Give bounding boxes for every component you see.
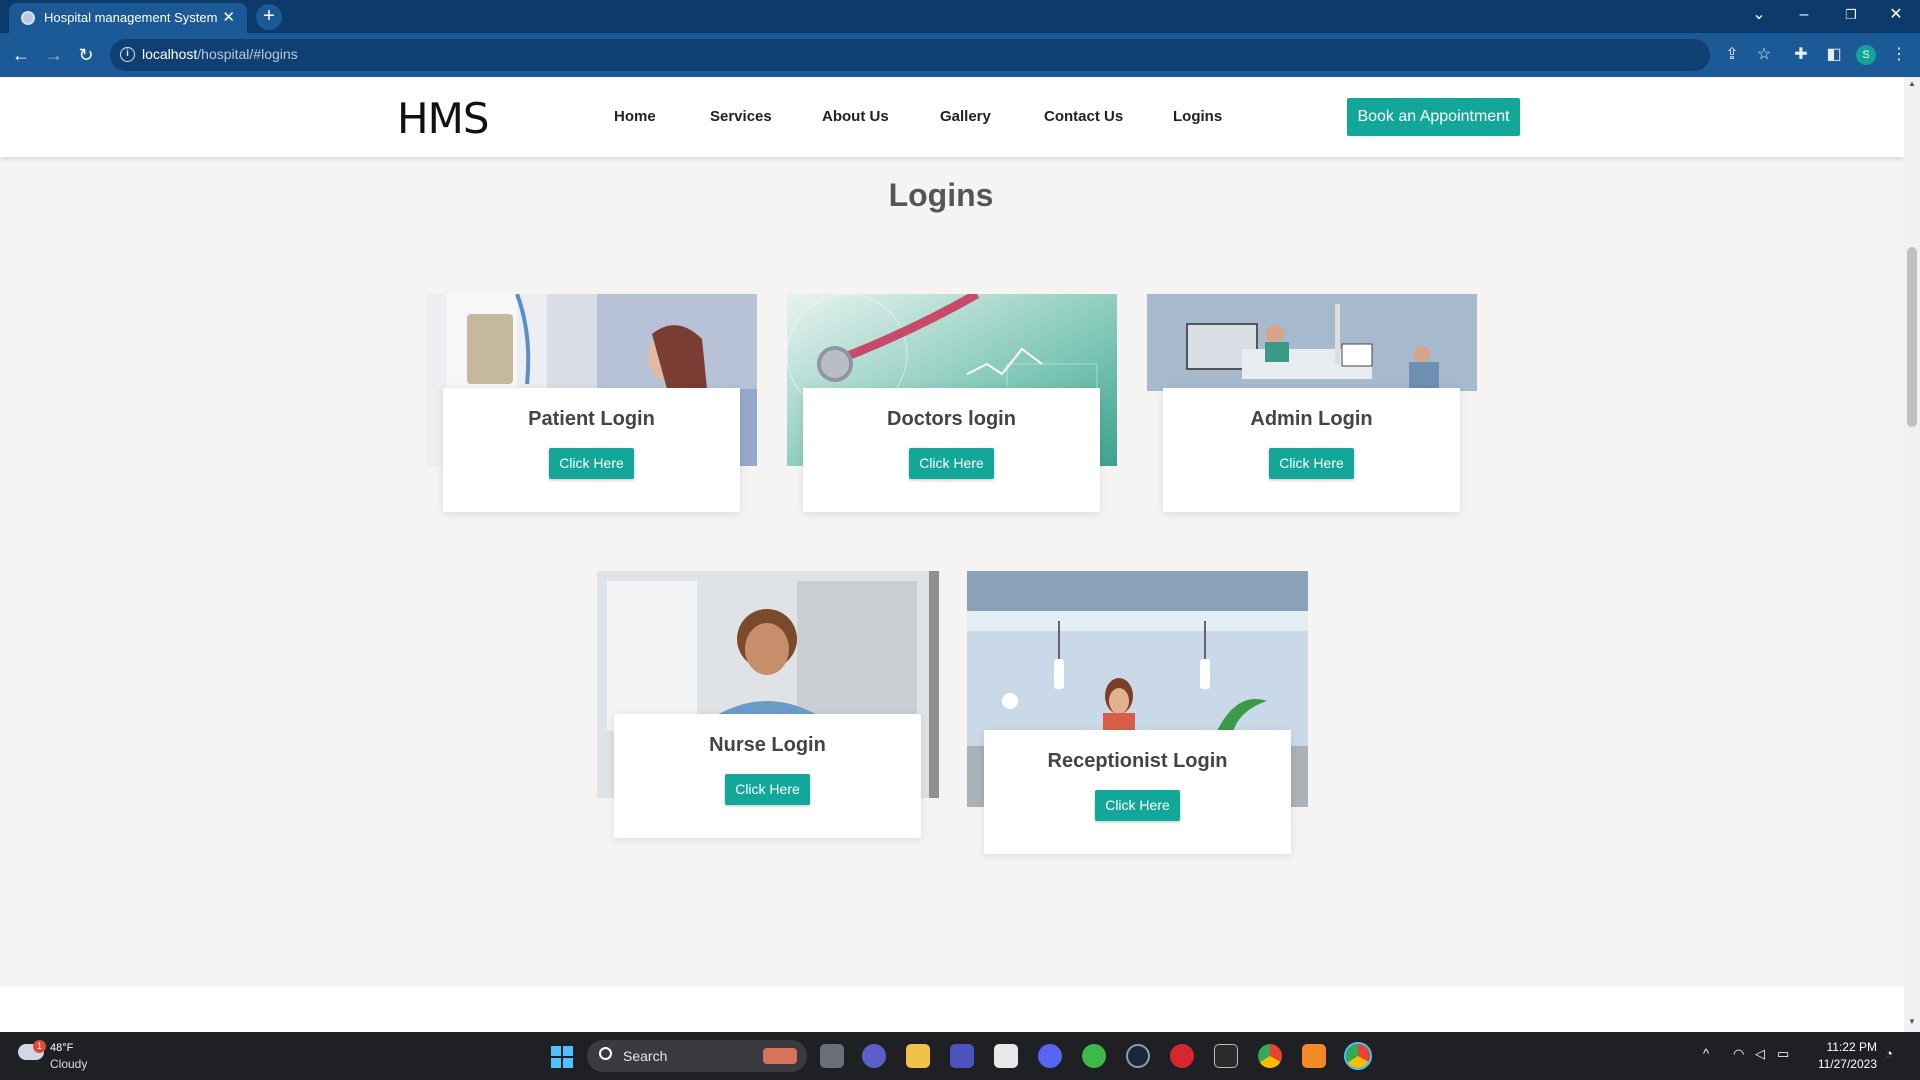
side-panel-icon[interactable]: ◧ (1824, 45, 1844, 65)
card-title: Receptionist Login (1047, 750, 1228, 772)
discord-icon[interactable] (1038, 1044, 1062, 1068)
new-tab-button[interactable]: + (256, 4, 282, 30)
card-title: Doctors login (887, 408, 1016, 430)
store-icon[interactable] (994, 1044, 1018, 1068)
search-highlight-icon (763, 1048, 797, 1064)
admin-photo (1147, 294, 1477, 391)
patient-login-card: Patient Login Click Here (427, 294, 757, 514)
battery-icon[interactable]: ▭ (1777, 1046, 1789, 1062)
task-view-icon[interactable] (820, 1044, 844, 1068)
clock[interactable]: 11:22 PM 11/27/2023 (1813, 1039, 1877, 1073)
extensions-icon[interactable]: ✚ (1791, 45, 1811, 65)
browser-toolbar: ← → ↻ i localhost/hospital/#logins ⇪ ☆ ✚… (0, 33, 1920, 77)
globe-icon (21, 11, 35, 25)
restore-icon[interactable]: ❐ (1836, 2, 1866, 28)
game-launcher-icon[interactable] (1170, 1044, 1194, 1068)
url-path: /hospital/#logins (197, 46, 298, 62)
doctors-login-button[interactable]: Click Here (909, 448, 994, 479)
nav-home[interactable]: Home (614, 108, 656, 125)
book-appointment-button[interactable]: Book an Appointment (1347, 98, 1520, 136)
nav-logins[interactable]: Logins (1173, 108, 1222, 125)
minimize-icon[interactable]: – (1789, 2, 1819, 28)
patient-login-panel: Patient Login Click Here (443, 388, 740, 512)
nav-gallery[interactable]: Gallery (940, 108, 991, 125)
epic-games-icon[interactable] (1214, 1044, 1238, 1068)
close-window-icon[interactable]: ✕ (1881, 2, 1911, 28)
doctors-login-card: Doctors login Click Here (787, 294, 1117, 514)
card-title: Admin Login (1250, 408, 1373, 430)
nurse-login-panel: Nurse Login Click Here (614, 714, 921, 838)
nav-services[interactable]: Services (710, 108, 772, 125)
doctors-login-panel: Doctors login Click Here (803, 388, 1100, 512)
address-bar[interactable]: i localhost/hospital/#logins ⇪ ☆ (110, 39, 1771, 71)
page-scrollbar[interactable]: ▲ ▼ (1904, 77, 1920, 1032)
forward-icon[interactable]: → (41, 42, 67, 68)
clock-time: 11:22 PM (1826, 1040, 1877, 1054)
nurse-login-button[interactable]: Click Here (725, 774, 810, 805)
xampp-icon[interactable] (1302, 1044, 1326, 1068)
url-host: localhost (142, 46, 198, 62)
nav-contact-us[interactable]: Contact Us (1044, 108, 1123, 125)
nav-about-us[interactable]: About Us (822, 108, 889, 125)
nurse-login-card: Nurse Login Click Here (597, 571, 939, 838)
notification-badge: 1 (33, 1040, 46, 1053)
tray-chevron-icon[interactable]: ^ (1703, 1046, 1709, 1061)
file-explorer-icon[interactable] (906, 1044, 930, 1068)
profile-avatar[interactable]: S (1856, 45, 1876, 65)
receptionist-login-button[interactable]: Click Here (1095, 790, 1180, 821)
scroll-up-icon[interactable]: ▲ (1904, 79, 1920, 88)
card-title: Nurse Login (709, 734, 826, 756)
url-text[interactable]: localhost/hospital/#logins (142, 46, 298, 62)
weather-condition: Cloudy (50, 1057, 88, 1071)
steam-icon[interactable] (1126, 1044, 1150, 1068)
site-info-icon[interactable]: i (120, 47, 135, 62)
page-footer-strip (0, 987, 1904, 1032)
taskbar-search[interactable]: Search (587, 1040, 807, 1072)
xbox-icon[interactable] (1082, 1044, 1106, 1068)
admin-login-card: Admin Login Click Here (1147, 294, 1477, 514)
more-menu-icon[interactable]: ⋮ (1889, 45, 1909, 65)
admin-login-panel: Admin Login Click Here (1163, 388, 1460, 512)
search-icon (599, 1047, 612, 1060)
card-title: Patient Login (528, 408, 655, 430)
tab-close-icon[interactable]: ✕ (222, 8, 235, 26)
tab-search-icon[interactable]: ⌄ (1744, 2, 1774, 28)
receptionist-login-card: Receptionist Login Click Here (967, 571, 1308, 856)
taskbar: 1 48°F Cloudy Search ^ ◠ ◁ ▭ 11:22 PM 11… (0, 1032, 1920, 1080)
page-viewport: HMS Home Services About Us Gallery Conta… (0, 77, 1904, 1032)
admin-login-button[interactable]: Click Here (1269, 448, 1354, 479)
browser-tabstrip: Hospital management System ✕ + ⌄ – ❐ ✕ (0, 0, 1920, 33)
volume-icon[interactable]: ◁ (1755, 1046, 1765, 1062)
chrome-active-icon[interactable] (1344, 1042, 1372, 1070)
notifications-bell-icon[interactable]: ◔ (1885, 1046, 1893, 1061)
site-header: HMS Home Services About Us Gallery Conta… (0, 77, 1904, 157)
section-title: Logins (888, 177, 994, 213)
tab-title: Hospital management System (44, 10, 218, 25)
weather-temp: 48°F (50, 1042, 74, 1054)
start-icon[interactable] (551, 1046, 573, 1068)
reload-icon[interactable]: ↻ (73, 42, 99, 68)
search-label: Search (623, 1048, 668, 1064)
scroll-down-icon[interactable]: ▼ (1904, 1017, 1920, 1026)
chrome-icon[interactable] (1258, 1044, 1282, 1068)
back-icon[interactable]: ← (8, 42, 34, 68)
meet-icon[interactable] (862, 1044, 886, 1068)
patient-login-button[interactable]: Click Here (549, 448, 634, 479)
clock-date: 11/27/2023 (1817, 1057, 1877, 1071)
scrollbar-thumb[interactable] (1907, 247, 1917, 427)
browser-tab[interactable]: Hospital management System ✕ (9, 3, 247, 33)
receptionist-login-panel: Receptionist Login Click Here (984, 730, 1291, 854)
bookmark-star-icon[interactable]: ☆ (1754, 45, 1774, 65)
weather-widget[interactable]: 1 48°F Cloudy (16, 1040, 126, 1074)
share-icon[interactable]: ⇪ (1722, 45, 1742, 65)
wifi-icon[interactable]: ◠ (1733, 1046, 1744, 1062)
site-logo[interactable]: HMS (397, 94, 489, 143)
teams-icon[interactable] (950, 1044, 974, 1068)
